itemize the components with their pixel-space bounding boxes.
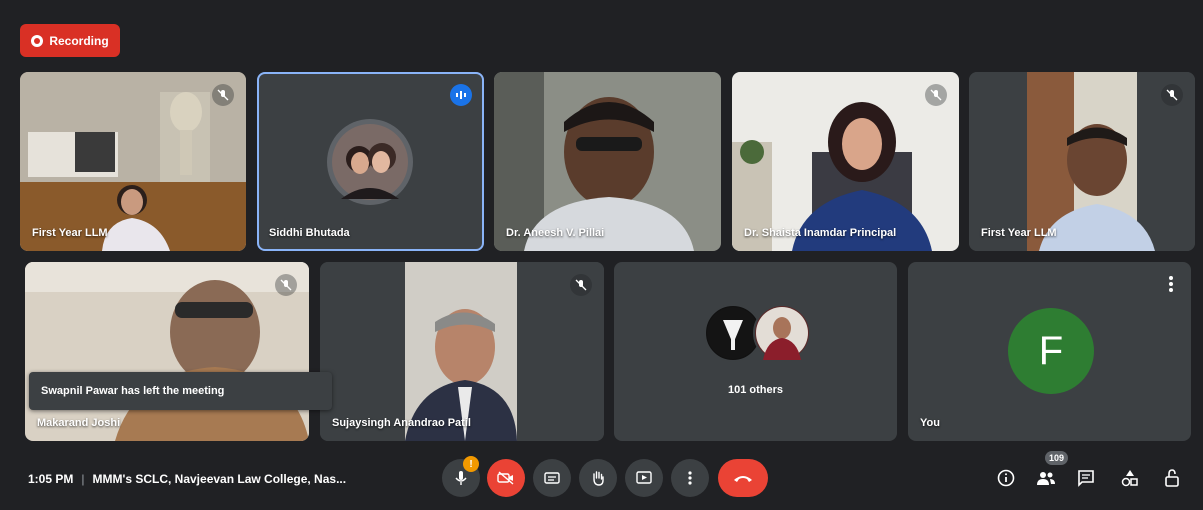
host-controls-icon — [1165, 469, 1179, 487]
participant-tile-first-year-llm-1[interactable]: First Year LLM — [20, 72, 246, 251]
self-tile[interactable]: F You — [908, 262, 1191, 441]
captions-button[interactable] — [533, 459, 571, 497]
people-button[interactable] — [1034, 466, 1058, 490]
mic-off-icon — [275, 274, 297, 296]
present-button[interactable] — [625, 459, 663, 497]
participant-tile-sujaysingh-patil[interactable]: Sujaysingh Anandrao Patil — [320, 262, 604, 441]
mic-off-icon — [1161, 84, 1183, 106]
separator: | — [81, 472, 85, 486]
participant-name: Sujaysingh Anandrao Patil — [332, 417, 471, 429]
avatar-photo — [332, 124, 408, 200]
camera-off-icon — [497, 471, 514, 485]
present-icon — [636, 471, 652, 484]
others-count-label: 101 others — [727, 384, 784, 396]
avatar — [327, 119, 413, 205]
mic-off-icon — [212, 84, 234, 106]
meeting-details-button[interactable] — [994, 466, 1018, 490]
participant-name: Dr. Shaista Inamdar Principal — [744, 227, 897, 239]
left-meeting-toast: Swapnil Pawar has left the meeting — [29, 372, 332, 410]
chat-icon — [1078, 470, 1094, 487]
mic-off-icon — [925, 84, 947, 106]
participant-name: You — [920, 417, 940, 429]
mic-off-icon — [570, 274, 592, 296]
speaking-icon — [450, 84, 472, 106]
info-icon — [997, 469, 1015, 487]
meeting-title: MMM's SCLC, Navjeevan Law College, Nas..… — [92, 472, 347, 486]
activities-icon — [1121, 470, 1138, 487]
bottom-bar: 1:05 PM | MMM's SCLC, Navjeevan Law Coll… — [0, 448, 1203, 510]
leave-call-button[interactable] — [718, 459, 768, 497]
others-tile[interactable]: 101 others — [614, 262, 897, 441]
more-options-button[interactable] — [671, 459, 709, 497]
people-icon — [1037, 472, 1055, 485]
participant-tile-first-year-llm-2[interactable]: First Year LLM — [969, 72, 1195, 251]
meeting-time: 1:05 PM — [28, 472, 74, 486]
mic-warning-badge: ! — [463, 456, 479, 472]
participant-name: Siddhi Bhutada — [269, 227, 350, 239]
avatar — [753, 304, 811, 362]
participant-name: First Year LLM — [32, 227, 108, 239]
end-call-icon — [734, 476, 752, 482]
participant-name: First Year LLM — [981, 227, 1057, 239]
participant-video — [494, 72, 721, 251]
participant-name: Makarand Joshi — [37, 417, 121, 429]
participant-tile-aneesh-pillai[interactable]: Dr. Aneesh V. Pillai — [494, 72, 721, 251]
activities-button[interactable] — [1118, 466, 1142, 490]
recording-badge[interactable]: Recording — [20, 24, 120, 57]
camera-toggle-button[interactable] — [487, 459, 525, 497]
more-vert-icon — [688, 471, 692, 485]
record-icon — [31, 34, 44, 47]
host-controls-button[interactable] — [1160, 466, 1184, 490]
participant-video — [320, 262, 604, 441]
participant-tile-makarand-joshi[interactable]: Makarand Joshi — [25, 262, 309, 441]
toast-text: Swapnil Pawar has left the meeting — [41, 385, 225, 397]
mic-icon — [455, 471, 467, 485]
participant-video — [25, 262, 309, 441]
participant-name: Dr. Aneesh V. Pillai — [506, 227, 605, 239]
self-avatar: F — [1008, 308, 1094, 394]
chat-button[interactable] — [1074, 466, 1098, 490]
raise-hand-icon — [593, 471, 604, 486]
participant-tile-shaista-inamdar[interactable]: Dr. Shaista Inamdar Principal — [732, 72, 959, 251]
more-vert-icon[interactable] — [1169, 276, 1173, 292]
meeting-info: 1:05 PM | MMM's SCLC, Navjeevan Law Coll… — [28, 472, 346, 486]
raise-hand-button[interactable] — [579, 459, 617, 497]
recording-label: Recording — [49, 33, 109, 48]
participant-count-badge: 109 — [1045, 451, 1069, 465]
participant-tile-siddhi-bhutada[interactable]: Siddhi Bhutada — [257, 72, 484, 251]
captions-icon — [544, 472, 560, 484]
